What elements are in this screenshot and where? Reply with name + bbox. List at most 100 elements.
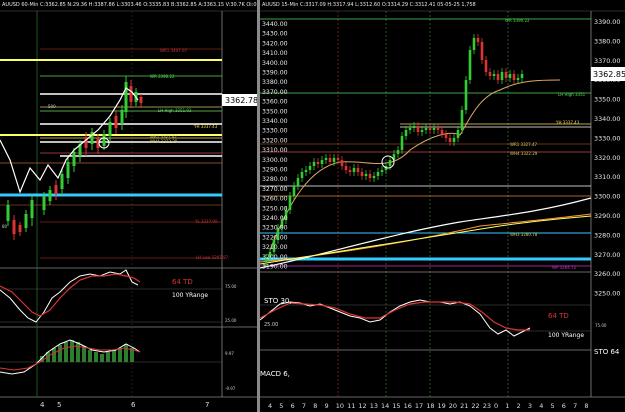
candle-body — [400, 136, 404, 150]
y-tick-outer: 3390.00 — [594, 18, 620, 26]
candle-body — [296, 178, 300, 186]
candle-body — [448, 138, 452, 142]
y-tick-outer: 3380.00 — [594, 37, 620, 45]
axis-label-25: 25.00 — [225, 318, 237, 323]
last-price-text-15min: 3362.85 — [593, 70, 625, 79]
indicator-label-td: 64 TD — [172, 278, 193, 286]
x-tick: 3 — [528, 402, 532, 410]
y-tick-inner: 3390.00 — [262, 70, 288, 77]
y-tick-outer: 3270.00 — [594, 251, 620, 259]
x-tick-7: 7 — [205, 401, 209, 409]
candle-body — [316, 162, 320, 164]
candle-body — [512, 74, 516, 80]
axis-label-75-15: 75.00 — [595, 323, 607, 328]
candle-body — [420, 130, 424, 132]
candle-body — [352, 168, 356, 172]
candle-body — [432, 128, 436, 130]
y-tick-inner: 3340.00 — [262, 118, 288, 125]
x-tick: 4 — [539, 402, 543, 410]
indicator-label-yrange-15: 100 YRange — [548, 332, 584, 339]
candle-body — [408, 128, 412, 130]
candle-body — [380, 170, 384, 172]
axis-label-25-15: 25.00 — [264, 322, 278, 328]
y-tick-inner: 3410.00 — [262, 50, 288, 57]
y-tick-outer: 3350.00 — [594, 96, 620, 104]
candle-body — [488, 72, 492, 76]
chart-canvas-15min[interactable]: WR 3390.22 LH High 3351 YH 3337.43 WR1 3… — [260, 0, 625, 412]
y-tick-outer: 3370.00 — [594, 57, 620, 65]
label-80: 80 — [2, 224, 8, 229]
candle-body — [476, 38, 480, 42]
candles-15min — [264, 34, 524, 266]
x-tick: 11 — [347, 402, 355, 410]
y-tick-inner: 3200.00 — [262, 254, 288, 261]
candle-body — [508, 74, 512, 78]
x-tick: 5 — [551, 402, 555, 410]
candle-body — [428, 128, 432, 130]
x-tick: 10 — [336, 402, 344, 410]
x-tick: 16 — [404, 402, 412, 410]
level-label-yl: YL 3237.00 — [194, 219, 218, 224]
indicator-label-yrange: 100 YRange — [172, 292, 208, 299]
candle-body — [396, 150, 400, 154]
x-tick: 22 — [471, 402, 479, 410]
y-tick-inner: 3380.00 — [262, 79, 288, 86]
level-label-r1: WR1 3407.07 — [160, 48, 188, 53]
x-tick: 15 — [392, 402, 400, 410]
level-label-lh-low: LH Low 3207.87 — [196, 255, 229, 260]
y-tick-outer: 3310.00 — [594, 173, 620, 181]
y-tick-outer: 3250.00 — [594, 290, 620, 298]
level-label-yh-15: YH 3337.43 — [555, 120, 580, 125]
indicator-label-sto-30: STO 30, — [264, 297, 292, 305]
x-tick-4: 4 — [40, 401, 45, 409]
y-tick-inner: 3440.00 — [262, 21, 288, 28]
candle-body — [412, 126, 416, 128]
chart-canvas-60min[interactable]: WR1 3407.07 WR 3390.22 LH High 3351.92 Y… — [0, 0, 257, 412]
x-tick: 20 — [449, 402, 457, 410]
y-tick-outer: 3260.00 — [594, 270, 620, 278]
x-tick: 23 — [483, 402, 491, 410]
y-tick-outer: 3330.00 — [594, 134, 620, 142]
level-label-wr-15: WR 3390.22 — [505, 18, 530, 23]
x-tick: 6 — [291, 402, 295, 410]
candle-body — [492, 74, 496, 76]
y-tick-inner: 3420.00 — [262, 40, 288, 47]
chart-pane-60min[interactable]: AUUSD 60-Min C:3362.85 N:29.36 H:3387.86… — [0, 0, 257, 412]
candle-body — [456, 130, 460, 138]
y-tick-inner: 3320.00 — [262, 137, 288, 144]
x-tick-5: 5 — [57, 401, 61, 409]
candle-body — [324, 158, 328, 160]
y-tick-inner: 3310.00 — [262, 147, 288, 154]
candle-body — [480, 42, 484, 60]
candle-body — [496, 74, 500, 80]
y-tick-outer: 3340.00 — [594, 115, 620, 123]
level-label-wr: WR 3390.22 — [150, 74, 175, 79]
indicator-label-macd: MACD 6, — [260, 370, 290, 378]
indicator-label-sto-64: STO 64 — [594, 348, 620, 356]
x-tick-6: 6 — [131, 401, 136, 409]
x-tick: 6 — [562, 402, 566, 410]
candle-body — [336, 158, 340, 160]
candle-body — [348, 170, 352, 172]
chart-pane-15min[interactable]: AUUSD 15-Min C:3317.09 H:3317.94 L:3312.… — [260, 0, 625, 412]
level-label-wp-15: WP 3264.72 — [552, 265, 577, 270]
candle-body — [460, 110, 464, 130]
axis-label-macd-pos: 9.97 — [225, 351, 234, 356]
indicator-label-td-15: 64 TD — [548, 312, 569, 320]
candle-body — [340, 160, 344, 166]
x-tick: 12 — [358, 402, 366, 410]
candle-body — [468, 50, 472, 80]
x-tick: 7 — [302, 402, 306, 410]
x-tick: 2 — [517, 402, 521, 410]
x-tick: 0 — [494, 402, 498, 410]
candle-body — [416, 126, 420, 132]
candle-body — [308, 166, 312, 170]
y-tick-inner: 3190.00 — [262, 264, 288, 271]
candle-body — [500, 72, 504, 80]
axis-label-macd-neg: -9.97 — [225, 386, 236, 391]
y-tick-inner: 3220.00 — [262, 234, 288, 241]
x-tick: 21 — [460, 402, 468, 410]
x-tick: 8 — [313, 402, 317, 410]
candle-body — [424, 128, 428, 130]
y-tick-inner: 3290.00 — [262, 167, 288, 174]
